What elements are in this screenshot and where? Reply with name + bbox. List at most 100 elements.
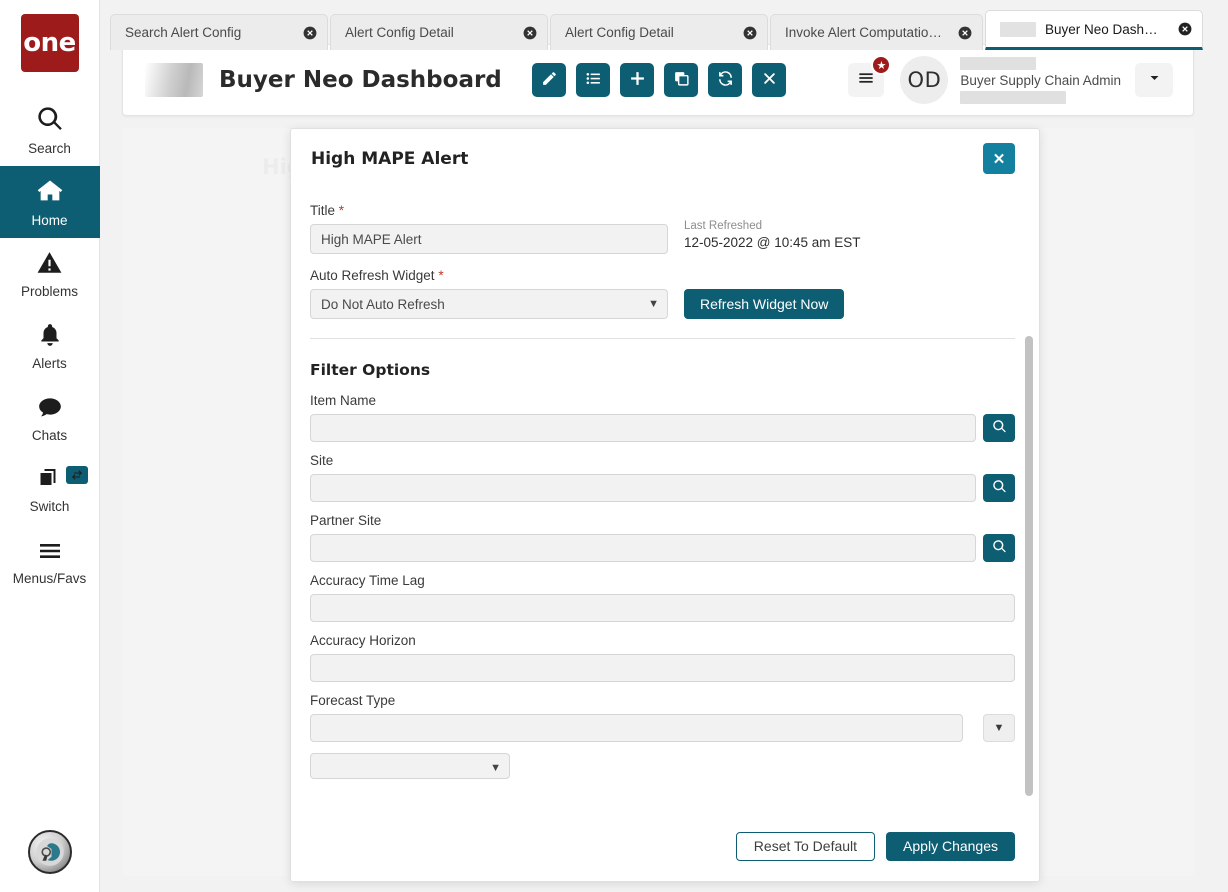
filter-label: Accuracy Horizon: [310, 633, 416, 648]
list-button[interactable]: [576, 63, 611, 97]
left-nav-rail: one Search Home Problems Alerts Chats Sw…: [0, 0, 100, 892]
filter-control-row: [310, 414, 1015, 442]
page-title: Buyer Neo Dashboard: [219, 67, 502, 93]
forecast-type-input[interactable]: [310, 714, 963, 742]
title-field-group: Title *: [310, 203, 668, 254]
extra-select[interactable]: [310, 753, 510, 779]
one-logo[interactable]: one: [20, 14, 79, 72]
modal-title: High MAPE Alert: [311, 149, 469, 169]
sidebar-item-label: Home: [31, 212, 68, 228]
add-button[interactable]: [620, 63, 655, 97]
tab-buyer-neo-dashboard[interactable]: Buyer Neo Dashboard: [985, 10, 1203, 50]
filter-partner-site: Partner Site: [310, 513, 1015, 562]
refresh-widget-now-button[interactable]: Refresh Widget Now: [684, 289, 845, 319]
close-icon[interactable]: [729, 26, 757, 40]
sidebar-item-switch[interactable]: Switch: [0, 454, 100, 526]
modal-scrollbar[interactable]: [1025, 336, 1033, 796]
tab-invoke-alert-computation[interactable]: Invoke Alert Computation-Even...: [770, 14, 983, 50]
sidebar-item-alerts[interactable]: Alerts: [0, 310, 100, 382]
auto-refresh-select[interactable]: Do Not Auto Refresh: [310, 289, 668, 319]
item-name-search-button[interactable]: [983, 414, 1015, 442]
widget-config-modal: High MAPE Alert ✕ Title * Last Refreshed…: [290, 128, 1040, 882]
edit-button[interactable]: [532, 63, 567, 97]
user-role-label: Buyer Supply Chain Admin: [960, 72, 1121, 88]
tab-search-alert-config[interactable]: Search Alert Config: [110, 14, 328, 50]
browser-tab-strip: Search Alert Config Alert Config Detail …: [110, 10, 1228, 50]
chevron-down-icon: [1147, 71, 1162, 89]
search-icon: [992, 539, 1007, 557]
refresh-icon: [717, 70, 734, 90]
title-row: Title * Last Refreshed 12-05-2022 @ 10:4…: [310, 203, 1015, 254]
filter-label: Site: [310, 453, 334, 468]
copy-button[interactable]: [664, 63, 699, 97]
close-widget-button[interactable]: [752, 63, 787, 97]
section-divider: [310, 338, 1015, 339]
forecast-type-dropdown-button[interactable]: ▼: [983, 714, 1015, 742]
tab-alert-config-detail-1[interactable]: Alert Config Detail: [330, 14, 548, 50]
site-search-button[interactable]: [983, 474, 1015, 502]
site-input[interactable]: [310, 474, 976, 502]
required-asterisk: *: [438, 268, 444, 283]
app-root: one Search Home Problems Alerts Chats Sw…: [0, 0, 1228, 892]
sidebar-item-home[interactable]: Home: [0, 166, 100, 238]
accuracy-time-lag-input[interactable]: [310, 594, 1015, 622]
tab-alert-config-detail-2[interactable]: Alert Config Detail: [550, 14, 768, 50]
chevron-down-icon: ▼: [993, 722, 1005, 734]
star-notification-badge[interactable]: ★: [871, 55, 892, 75]
switch-toggle-badge-icon[interactable]: [65, 466, 88, 484]
switch-windows-icon: [36, 467, 63, 496]
filter-control-row: ▼: [310, 714, 1015, 742]
extra-select-wrap: ▼: [310, 753, 510, 779]
pencil-icon: [541, 70, 558, 90]
header-toolbar: [532, 63, 787, 97]
assistant-avatar-icon[interactable]: [28, 830, 72, 874]
filter-options-heading: Filter Options: [310, 361, 431, 379]
item-name-input[interactable]: [310, 414, 976, 442]
list-icon: [585, 70, 602, 90]
title-input[interactable]: [310, 224, 668, 254]
partner-site-input[interactable]: [310, 534, 976, 562]
last-refreshed-info: Last Refreshed 12-05-2022 @ 10:45 am EST: [684, 203, 861, 250]
partner-site-search-button[interactable]: [983, 534, 1015, 562]
search-icon: [992, 479, 1007, 497]
header-redacted-logo: [145, 63, 203, 97]
sidebar-item-search[interactable]: Search: [0, 94, 100, 166]
filter-label: Accuracy Time Lag: [310, 573, 425, 588]
filter-site: Site: [310, 453, 1015, 502]
header-user-area: ★ OD Buyer Supply Chain Admin: [848, 55, 1173, 104]
avatar[interactable]: OD: [900, 56, 949, 104]
reset-to-default-button[interactable]: Reset To Default: [735, 831, 876, 861]
apply-changes-button[interactable]: Apply Changes: [886, 831, 1015, 861]
filter-item-name: Item Name: [310, 393, 1015, 442]
title-label-text: Title: [310, 203, 336, 218]
user-org-redacted: [960, 90, 1067, 104]
sidebar-item-problems[interactable]: Problems: [0, 238, 100, 310]
close-icon[interactable]: [509, 26, 537, 40]
user-menu-button[interactable]: [1135, 63, 1173, 97]
close-icon[interactable]: [289, 26, 317, 40]
tab-label: Alert Config Detail: [565, 25, 674, 40]
modal-footer: Reset To Default Apply Changes: [291, 811, 1039, 881]
sidebar-item-menus-favs[interactable]: Menus/Favs: [0, 526, 100, 598]
refresh-button[interactable]: [708, 63, 743, 97]
auto-refresh-group: Auto Refresh Widget * Do Not Auto Refres…: [310, 268, 1015, 319]
close-icon[interactable]: [944, 26, 972, 40]
filter-label: Forecast Type: [310, 693, 396, 708]
user-name-redacted: [960, 56, 1037, 70]
search-icon: [36, 105, 64, 138]
filter-control-row: [310, 534, 1015, 562]
modal-close-button[interactable]: ✕: [983, 143, 1015, 174]
filter-control-row: [310, 474, 1015, 502]
accuracy-horizon-input[interactable]: [310, 654, 1015, 682]
sidebar-item-label: Menus/Favs: [12, 570, 87, 586]
filter-label: Partner Site: [310, 513, 382, 528]
copy-icon: [673, 70, 690, 90]
hamburger-menu-icon: [36, 539, 64, 568]
filter-label: Item Name: [310, 393, 377, 408]
close-icon[interactable]: [1164, 22, 1192, 36]
tab-label: Search Alert Config: [125, 25, 242, 40]
bell-icon: [37, 322, 63, 353]
required-asterisk: *: [338, 203, 345, 218]
sidebar-item-chats[interactable]: Chats: [0, 382, 100, 454]
menu-button[interactable]: ★: [848, 55, 892, 97]
